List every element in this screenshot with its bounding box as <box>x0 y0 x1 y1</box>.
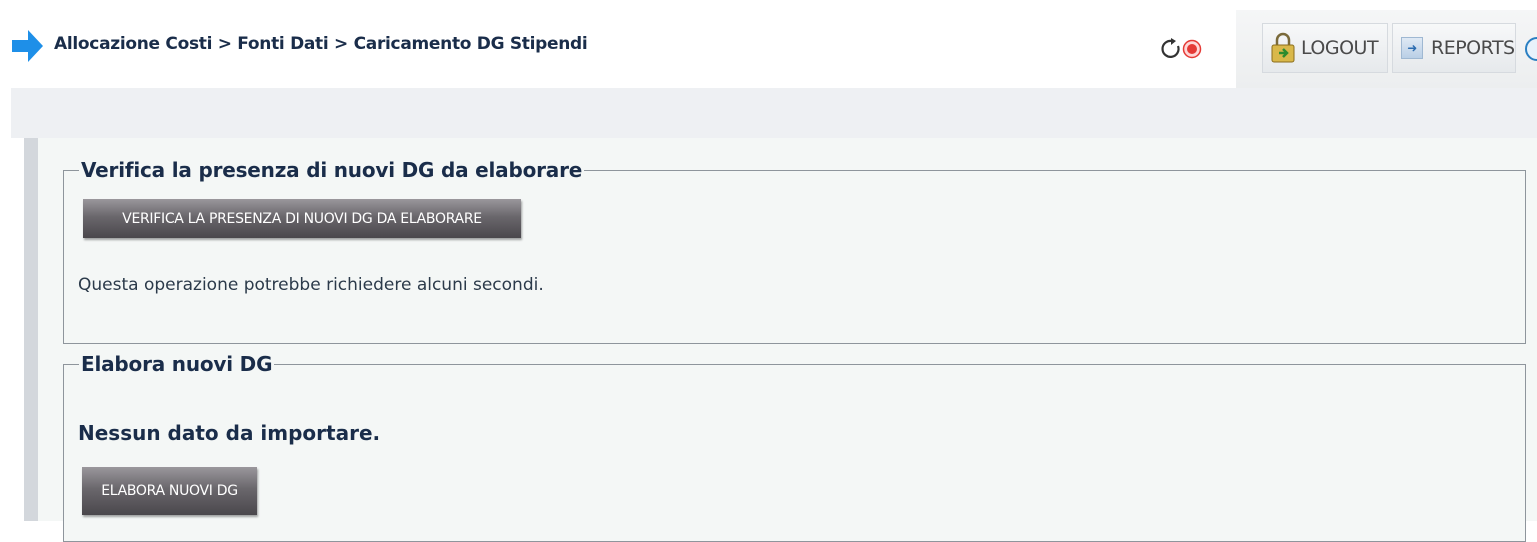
arrow-right-icon <box>12 30 43 62</box>
process-section: Elabora nuovi DG <box>63 352 1526 542</box>
stop-icon[interactable] <box>1182 39 1202 59</box>
verify-section-title: Verifica la presenza di nuovi DG da elab… <box>81 158 583 182</box>
reports-label: REPORTS <box>1431 37 1515 59</box>
verify-new-dg-button[interactable]: VERIFICA LA PRESENZA DI NUOVI DG DA ELAB… <box>83 199 521 238</box>
logout-button[interactable]: LOGOUT <box>1262 23 1388 73</box>
breadcrumb: Allocazione Costi > Fonti Dati > Caricam… <box>54 34 588 54</box>
process-new-dg-button[interactable]: ELABORA NUOVI DG <box>82 467 257 515</box>
refresh-icon[interactable] <box>1161 38 1180 58</box>
reports-button[interactable]: ➜ REPORTS <box>1392 23 1516 73</box>
top-bar: Allocazione Costi > Fonti Dati > Caricam… <box>0 0 1537 88</box>
no-data-message: Nessun dato da importare. <box>78 421 381 445</box>
sub-header <box>11 88 1537 138</box>
process-section-title: Elabora nuovi DG <box>81 352 273 376</box>
logout-label: LOGOUT <box>1301 37 1379 59</box>
status-icons <box>1161 38 1202 59</box>
lock-icon <box>1271 32 1295 63</box>
arrow-icon: ➜ <box>1401 37 1423 59</box>
verify-section: Verifica la presenza di nuovi DG da elab… <box>63 158 1526 344</box>
verify-note: Questa operazione potrebbe richiedere al… <box>78 275 544 295</box>
